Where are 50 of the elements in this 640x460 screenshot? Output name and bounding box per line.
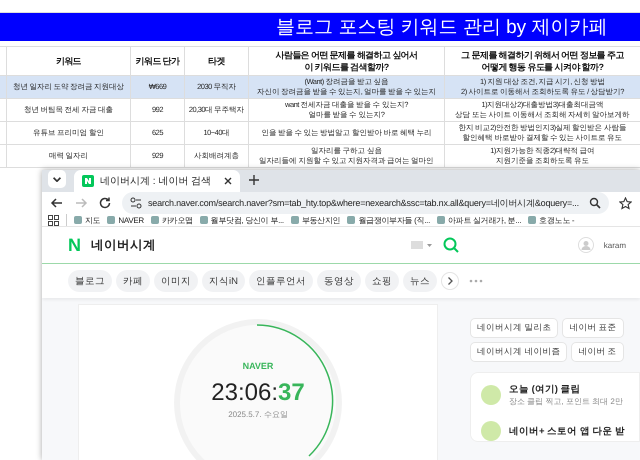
browser-tab[interactable]: 네이버시계 : 네이버 검색 <box>74 170 240 192</box>
tune-icon <box>130 197 142 209</box>
bookmark[interactable]: 월부닷컴, 당신이 부... <box>200 214 284 226</box>
search-tab[interactable]: 지식iN <box>202 270 245 292</box>
column-header: 사람들은 어떤 문제를 해결하고 싶어서 이 키워드를 검색할까? <box>249 47 445 75</box>
search-tab[interactable]: 이미지 <box>154 270 198 292</box>
bookmark[interactable]: 부동산지인 <box>290 214 340 226</box>
new-tab-icon[interactable] <box>248 174 260 186</box>
n-logo-icon <box>82 175 94 187</box>
column-header: 키워드 단가 <box>131 47 185 75</box>
reload-icon[interactable] <box>98 196 112 210</box>
related-search-chip[interactable]: 네이버 조 <box>571 342 624 362</box>
bookmark[interactable]: 아파트 실거래가, 분... <box>437 214 522 226</box>
zoom-icon[interactable] <box>589 197 601 209</box>
bookmark[interactable]: 카카오맵 <box>150 214 193 226</box>
close-icon[interactable] <box>224 177 232 185</box>
search-tab[interactable]: 쇼핑 <box>364 270 399 292</box>
keyboard-icon[interactable] <box>411 240 433 250</box>
star-icon[interactable] <box>619 196 632 210</box>
feed-title[interactable]: 네이버+ 스토어 앱 다운 받 <box>509 424 626 438</box>
thumbnail-icon <box>481 421 501 441</box>
thumbnail-icon <box>481 385 501 405</box>
column-header: 키워드 <box>7 47 131 75</box>
bookmark[interactable]: 호갱노노 - <box>528 214 574 226</box>
related-search-chip[interactable]: 네이버시계 밀리초 <box>470 318 558 338</box>
sheet-title: 블로그 포스팅 키워드 관리 by 제이카페 <box>276 16 608 40</box>
feed-title[interactable]: 오늘 (여기) 클립 <box>509 383 623 396</box>
column-header: 타겟 <box>185 47 249 75</box>
tab-list-button[interactable] <box>48 170 66 188</box>
address-bar[interactable]: search.naver.com/search.naver?sm=tab_hty.top&where=nexearch&ssc=tab.nx.all&query=네이버시계&oquery=... <box>122 192 609 214</box>
related-search-chip[interactable]: 네이버 표준 <box>562 318 624 338</box>
column-header: 그 문제를 해결하기 위해서 어떤 정보를 주고 어떻게 행동 유도를 시켜야 할까? <box>445 47 640 75</box>
caret-icon <box>53 176 61 182</box>
back-icon[interactable] <box>50 196 64 210</box>
apps-icon[interactable] <box>48 214 59 226</box>
clock-time: 23:06:37 <box>211 379 305 407</box>
naver-brand-text: NAVER <box>242 361 274 371</box>
clock-date: 2025.5.7. 수요일 <box>228 409 288 420</box>
bookmark[interactable]: 월급쟁이부자들 (직... <box>347 214 430 226</box>
search-tab[interactable]: 인플루언서 <box>248 270 313 292</box>
search-tab[interactable]: 동영상 <box>316 270 361 292</box>
related-search-chip[interactable]: 네이버시계 네이비즘 <box>470 342 568 362</box>
bookmark[interactable]: 지도 <box>74 214 100 226</box>
search-tab[interactable]: 블로그 <box>68 270 112 292</box>
search-tab[interactable]: 카페 <box>116 270 150 292</box>
search-tab[interactable]: 뉴스 <box>402 270 437 292</box>
search-field[interactable]: 네이버시계 <box>91 236 401 254</box>
bookmark[interactable]: NAVER <box>107 216 144 224</box>
feed-subtitle: 장소 클립 찍고, 포인트 최대 2만 <box>509 396 623 407</box>
user-name[interactable]: karam <box>604 240 626 250</box>
